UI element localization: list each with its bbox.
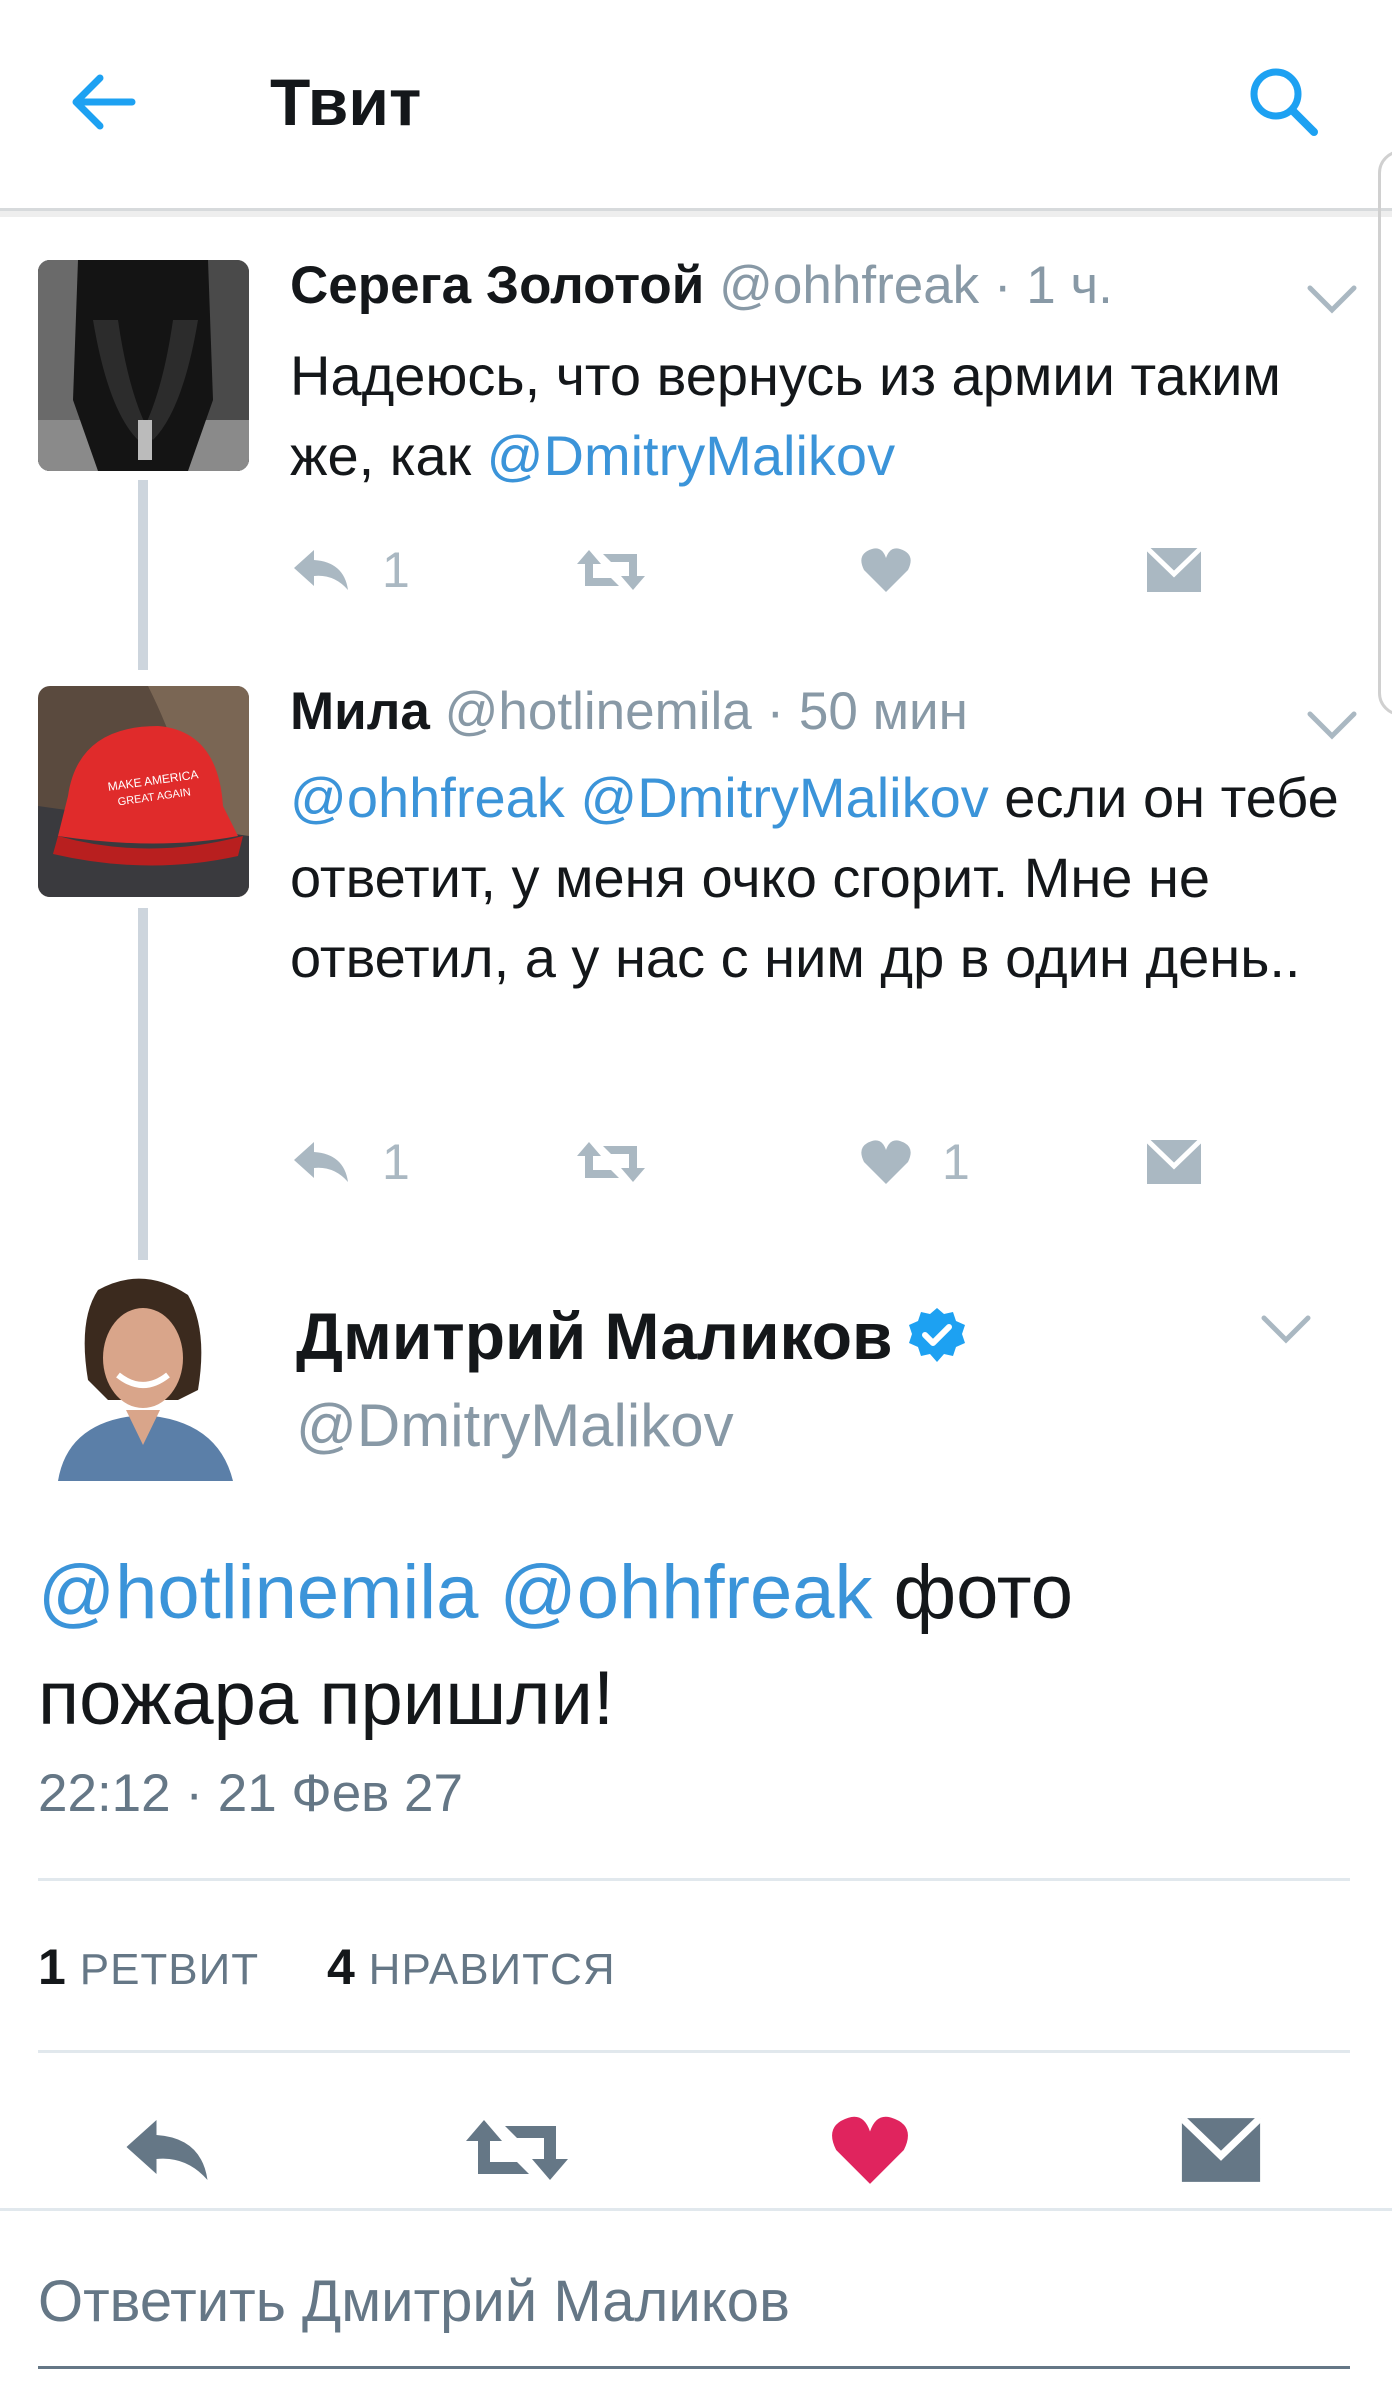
avatar[interactable]: MAKE AMERICA GREAT AGAIN [38,686,249,897]
avatar[interactable] [38,260,249,471]
author-handle[interactable]: @DmitryMalikov [296,1390,734,1462]
thread-tweet-2[interactable]: MAKE AMERICA GREAT AGAIN Мила @hotlinemi… [0,670,1392,1260]
tweet-text: @ohhfreak @DmitryMalikov если он тебе от… [290,758,1340,998]
author-handle[interactable]: @ohhfreak [719,256,979,315]
reply-action[interactable]: 1 [290,540,410,600]
tweet-time: 50 мин [798,682,968,741]
arrow-left-icon [72,74,136,130]
reply-input[interactable] [38,2266,1338,2338]
heart-icon [861,548,911,592]
tweet-stats: 1 РЕТВИТ 4 НРАВИТСЯ [38,1935,616,2002]
like-stat[interactable]: 4 НРАВИТСЯ [327,1939,616,1995]
author-name[interactable]: Мила [290,682,430,741]
mention-link[interactable]: @ohhfreak [500,1550,873,1635]
reply-icon [294,1142,348,1182]
main-tweet-text: @hotlinemila @ohhfreak фото пожара пришл… [38,1540,1318,1752]
envelope-icon [1179,2115,1263,2182]
thread-tweet-1[interactable]: Серега Золотой @ohhfreak · 1 ч. Надеюсь,… [0,250,1392,670]
avatar-photo [38,1270,249,1481]
search-button[interactable] [1236,54,1332,150]
reply-count: 1 [382,542,410,598]
reply-input-underline [38,2366,1350,2369]
mention-link[interactable]: @DmitryMalikov [580,766,988,829]
reply-button[interactable] [112,2105,222,2195]
tweet-time: 1 ч. [1026,256,1113,315]
mention-link[interactable]: @DmitryMalikov [487,424,895,487]
chevron-down-icon[interactable] [1258,1310,1314,1350]
tweet-header: Мила @hotlinemila · 50 мин [290,682,968,741]
retweet-button[interactable] [462,2105,572,2195]
reply-bar-divider [0,2208,1392,2211]
like-action[interactable] [860,540,912,600]
reply-count: 1 [382,1134,410,1190]
author-name[interactable]: Серега Золотой [290,256,704,315]
retweet-icon [577,550,645,590]
thread-connector [138,480,148,670]
retweet-action[interactable] [575,1132,647,1192]
divider [38,2050,1350,2053]
dm-action[interactable] [1145,1132,1203,1192]
thread-connector [138,908,148,1260]
back-button[interactable] [60,60,144,144]
author-name[interactable]: Дмитрий Маликов [296,1296,893,1376]
page-title: Твит [270,65,422,139]
reply-action[interactable]: 1 [290,1132,410,1192]
tweet-header: Серега Золотой @ohhfreak · 1 ч. [290,256,1113,315]
chevron-down-icon[interactable] [1304,706,1360,746]
retweet-action[interactable] [575,540,647,600]
main-author[interactable]: Дмитрий Маликов [296,1296,967,1376]
envelope-icon [1145,546,1203,592]
like-action[interactable]: 1 [860,1132,970,1192]
author-handle[interactable]: @hotlinemila [445,682,752,741]
like-button[interactable] [815,2105,925,2195]
mention-link[interactable]: @hotlinemila [38,1550,478,1635]
header-divider [0,211,1392,217]
envelope-icon [1145,1138,1203,1184]
mention-link[interactable]: @ohhfreak [290,766,565,829]
heart-icon [861,1140,911,1184]
tweet-text: Надеюсь, что вернусь из армии таким же, … [290,336,1340,496]
chevron-down-icon[interactable] [1304,280,1360,320]
top-bar: Твит [0,0,1392,211]
dm-button[interactable] [1166,2105,1276,2195]
reply-icon [294,550,348,590]
search-icon [1250,68,1318,136]
avatar-photo [38,260,249,471]
avatar-photo: MAKE AMERICA GREAT AGAIN [38,686,249,897]
retweet-icon [466,2120,568,2180]
heart-filled-icon [832,2116,908,2184]
like-count: 1 [942,1134,970,1190]
tweet-timestamp: 22:12 · 21 Фев 27 [38,1764,464,1823]
reply-icon [126,2120,208,2180]
retweet-icon [577,1142,645,1182]
dm-action[interactable] [1145,540,1203,600]
retweet-stat[interactable]: 1 РЕТВИТ [38,1939,259,1995]
main-avatar[interactable] [38,1270,249,1481]
divider [38,1878,1350,1881]
verified-badge-icon [908,1308,965,1362]
tweet-text-part [565,766,581,829]
